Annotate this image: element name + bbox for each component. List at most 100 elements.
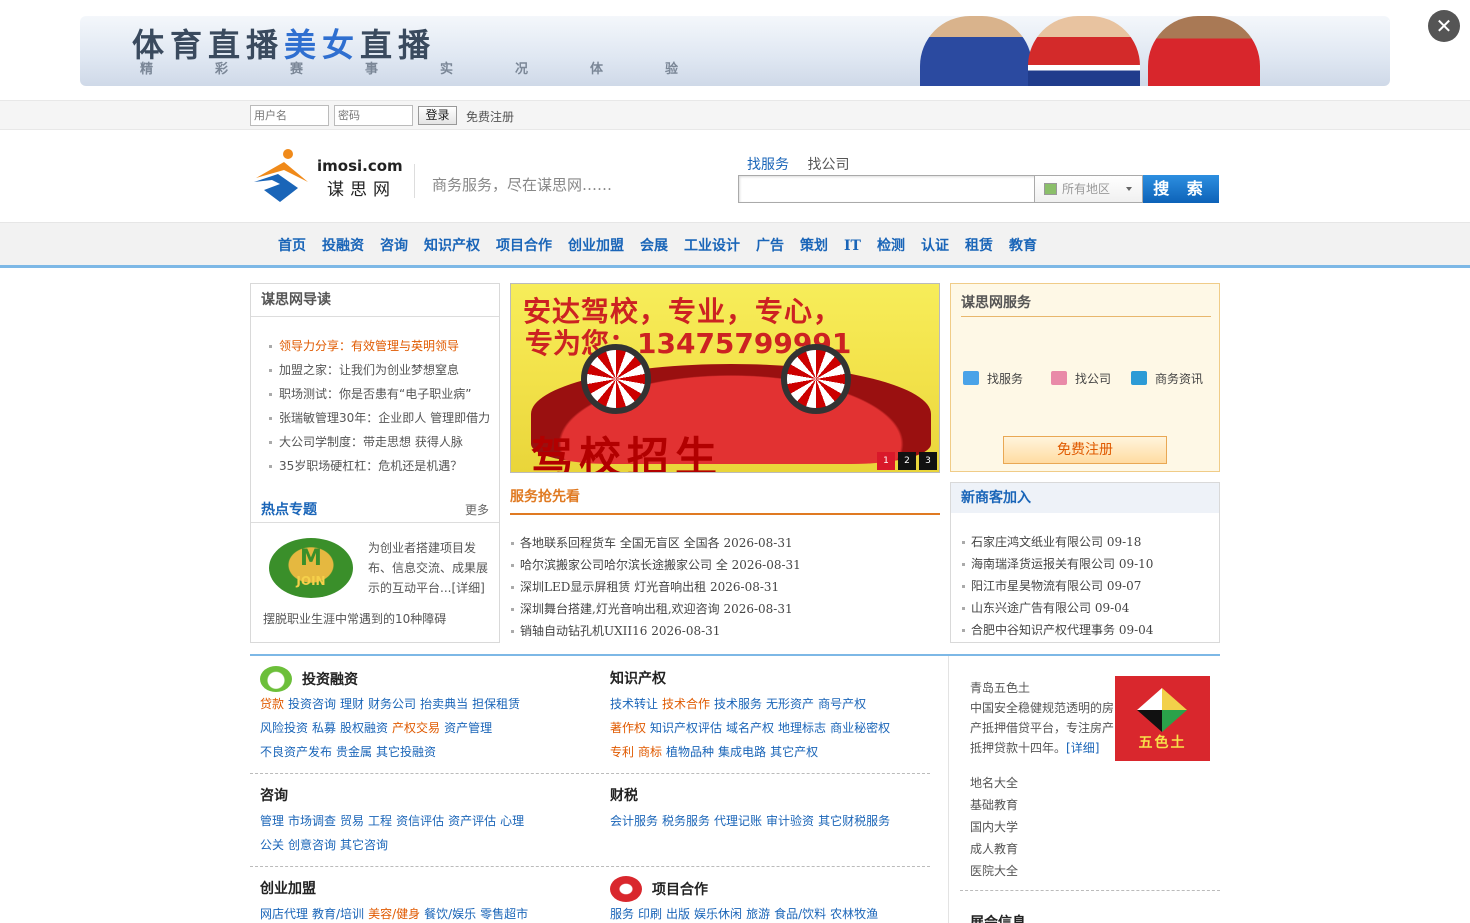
slider-dot[interactable]: 1: [877, 452, 895, 470]
category-link[interactable]: 创意咨询: [288, 838, 336, 852]
category-link[interactable]: 商业秘密权: [830, 721, 890, 735]
category-link[interactable]: 技术合作: [662, 697, 710, 711]
category-link[interactable]: 美容/健身: [368, 907, 420, 921]
category-link[interactable]: 税务服务: [662, 814, 710, 828]
list-item[interactable]: 合肥中谷知识产权代理事务 09-04: [961, 619, 1153, 641]
category-link[interactable]: 贵金属: [336, 745, 372, 759]
guide-item[interactable]: 35岁职场硬杠杠：危机还是机遇？: [267, 456, 490, 480]
sports-live-banner[interactable]: 体育直播美女直播 精彩赛事实况体验: [80, 16, 1390, 86]
search-input[interactable]: [738, 175, 1035, 203]
category-link[interactable]: 代理记账: [714, 814, 762, 828]
category-link[interactable]: 技术服务: [714, 697, 762, 711]
category-link[interactable]: 贸易: [340, 814, 364, 828]
list-item[interactable]: 哈尔滨搬家公司哈尔滨长途搬家公司 全 2026-08-31: [510, 554, 940, 576]
side-link[interactable]: 地名大全: [970, 772, 1018, 794]
guide-item[interactable]: 张瑞敏管理30年：企业即人 管理即借力: [267, 408, 490, 432]
category-link[interactable]: 工程: [368, 814, 392, 828]
login-button[interactable]: 登录: [418, 106, 457, 125]
category-link[interactable]: 会计服务: [610, 814, 658, 828]
category-link[interactable]: 出版: [666, 907, 690, 921]
category-link[interactable]: 无形资产: [766, 697, 814, 711]
category-link[interactable]: 技术转让: [610, 697, 658, 711]
tab-find-company[interactable]: 找公司: [807, 157, 849, 173]
category-link[interactable]: 私募: [312, 721, 336, 735]
nav-item-ip[interactable]: 知识产权: [424, 238, 480, 254]
nav-item-project[interactable]: 项目合作: [496, 238, 552, 254]
close-icon[interactable]: ✕: [1428, 10, 1460, 42]
list-item[interactable]: 深圳舞台搭建,灯光音响出租,欢迎咨询 2026-08-31: [510, 598, 940, 620]
category-link[interactable]: 旅游: [746, 907, 770, 921]
guide-item[interactable]: 领导力分享：有效管理与英明领导: [267, 336, 490, 360]
nav-item-leasing[interactable]: 租赁: [965, 238, 993, 254]
category-link[interactable]: 审计验资: [766, 814, 814, 828]
slider-dot[interactable]: 3: [919, 452, 937, 470]
list-item[interactable]: 阳江市星昊物流有限公司 09-07: [961, 575, 1153, 597]
guide-item[interactable]: 加盟之家：让我们为创业梦想窒息: [267, 360, 490, 384]
category-link[interactable]: 商标: [638, 745, 662, 759]
search-button[interactable]: 搜 索: [1143, 175, 1219, 203]
category-link[interactable]: 资产管理: [444, 721, 492, 735]
category-title[interactable]: 知识产权: [610, 671, 666, 687]
category-title[interactable]: 创业加盟: [260, 881, 316, 897]
category-link[interactable]: 管理: [260, 814, 284, 828]
category-link[interactable]: 知识产权评估: [650, 721, 722, 735]
join-logo[interactable]: M JOIN: [269, 538, 353, 598]
list-item[interactable]: 山东兴途广告有限公司 09-04: [961, 597, 1153, 619]
nav-item-it[interactable]: IT: [844, 238, 861, 254]
category-link[interactable]: 其它产权: [770, 745, 818, 759]
nav-item-certification[interactable]: 认证: [921, 238, 949, 254]
business-news-link[interactable]: 商务资讯: [1131, 370, 1203, 387]
category-link[interactable]: 其它财税服务: [818, 814, 890, 828]
category-link[interactable]: 网店代理: [260, 907, 308, 921]
nav-item-advertising[interactable]: 广告: [756, 238, 784, 254]
category-title[interactable]: 咨询: [260, 788, 288, 804]
category-link[interactable]: 食品/饮料: [774, 907, 826, 921]
ad-slider[interactable]: 安达驾校，专业，专心， 专为您：13475799991 驾校招生 123: [510, 283, 940, 473]
category-link[interactable]: 著作权: [610, 721, 646, 735]
password-input[interactable]: [334, 105, 413, 126]
hot-topic-description[interactable]: 为创业者搭建项目发布、信息交流、成果展示的互动平台...[详细]: [368, 538, 493, 598]
nav-item-investment[interactable]: 投融资: [322, 238, 364, 254]
category-link[interactable]: 贷款: [260, 697, 284, 711]
list-item[interactable]: 石家庄鸿文纸业有限公司 09-18: [961, 531, 1153, 553]
guide-item[interactable]: 大公司学制度：带走思想 获得人脉: [267, 432, 490, 456]
nav-item-franchise[interactable]: 创业加盟: [568, 238, 624, 254]
category-link[interactable]: 产权交易: [392, 721, 440, 735]
nav-item-testing[interactable]: 检测: [877, 238, 905, 254]
category-link[interactable]: 资产评估: [448, 814, 496, 828]
hot-topics-more-link[interactable]: 更多: [465, 501, 489, 518]
logo-icon[interactable]: [250, 148, 312, 204]
list-item[interactable]: 销轴自动钻孔机UXII16 2026-08-31: [510, 620, 940, 642]
category-link[interactable]: 域名产权: [726, 721, 774, 735]
category-link[interactable]: 其它投融资: [376, 745, 436, 759]
side-link[interactable]: 成人教育: [970, 838, 1018, 860]
find-company-link[interactable]: 找公司: [1051, 370, 1111, 387]
free-register-button[interactable]: 免费注册: [1003, 436, 1167, 464]
guide-item[interactable]: 职场测试：你是否患有“电子职业病”: [267, 384, 490, 408]
category-link[interactable]: 财务公司: [368, 697, 416, 711]
category-title[interactable]: 财税: [610, 788, 638, 804]
side-link[interactable]: 基础教育: [970, 794, 1018, 816]
register-link[interactable]: 免费注册: [466, 108, 514, 125]
username-input[interactable]: [250, 105, 329, 126]
region-select[interactable]: 所有地区: [1034, 175, 1143, 203]
category-link[interactable]: 农林牧渔: [830, 907, 878, 921]
find-service-link[interactable]: 找服务: [963, 370, 1023, 387]
partner-more-link[interactable]: [详细]: [1066, 741, 1099, 755]
list-item[interactable]: 海南瑞泽货运报关有限公司 09-10: [961, 553, 1153, 575]
category-link[interactable]: 植物品种: [666, 745, 714, 759]
nav-item-planning[interactable]: 策划: [800, 238, 828, 254]
side-link[interactable]: 国内大学: [970, 816, 1018, 838]
partner-ad-text[interactable]: 青岛五色土 中国安全稳健规范透明的房产抵押借贷平台，专注房产抵押贷款十四年。[详…: [970, 678, 1118, 758]
nav-item-home[interactable]: 首页: [278, 238, 306, 254]
category-link[interactable]: 理财: [340, 697, 364, 711]
category-link[interactable]: 公关: [260, 838, 284, 852]
category-link[interactable]: 地理标志: [778, 721, 826, 735]
category-link[interactable]: 股权融资: [340, 721, 388, 735]
category-link[interactable]: 专利: [610, 745, 634, 759]
slider-dot[interactable]: 2: [898, 452, 916, 470]
category-link[interactable]: 心理: [500, 814, 524, 828]
list-item[interactable]: 深圳LED显示屏租赁 灯光音响出租 2026-08-31: [510, 576, 940, 598]
nav-item-education[interactable]: 教育: [1009, 238, 1037, 254]
category-link[interactable]: 娱乐休闲: [694, 907, 742, 921]
